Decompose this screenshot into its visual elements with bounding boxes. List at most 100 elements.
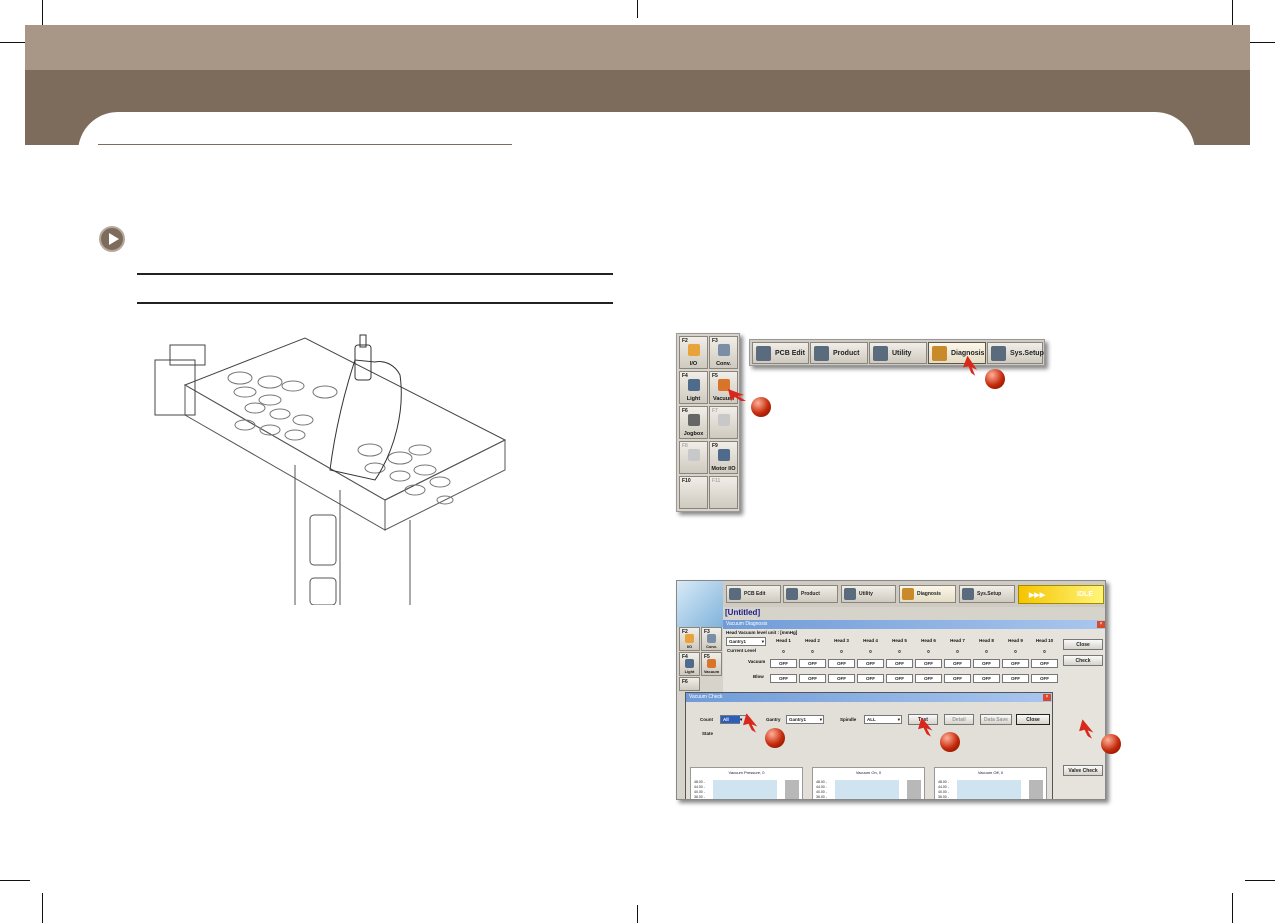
blow-toggle[interactable]: OFF <box>857 674 884 683</box>
disabled-tool-icon <box>688 449 700 461</box>
vacuum-toggle[interactable]: OFF <box>886 659 913 668</box>
vacuum-off-graph: Vacuum Off, 0 48.00 -44.00 -40.00 -36.00 … <box>934 767 1047 799</box>
fkey-f4-label: Light <box>686 396 701 402</box>
data-save-button[interactable]: Data Save <box>980 714 1012 725</box>
current-level-cell: 0 <box>927 649 930 654</box>
step-marker <box>940 732 960 752</box>
section-rule-bottom <box>137 302 613 304</box>
folder-plus-icon <box>873 345 888 361</box>
blow-toggle[interactable]: OFF <box>915 674 942 683</box>
check-close-button[interactable]: Close <box>1016 714 1050 725</box>
menu-pcb-edit[interactable]: PCB Edit <box>726 585 781 603</box>
menu-sys-setup[interactable]: Sys.Setup <box>959 585 1015 603</box>
blow-toggle[interactable]: OFF <box>886 674 913 683</box>
current-level-cell: 0 <box>898 649 901 654</box>
diagnosis-check-button[interactable]: Check <box>1063 655 1103 666</box>
vacuum-diagnosis-body: Head Vacuum level unit : [mmHg] Gantry1 ▾… <box>685 629 1105 799</box>
fkey-f4[interactable]: F4 Light <box>679 371 708 404</box>
vacuum-on-graph: Vacuum On, 0 48.00 -44.00 -40.00 -36.00 - <box>812 767 925 799</box>
diagnosis-close-button[interactable]: Close <box>1063 639 1103 650</box>
pcb-edit-icon <box>729 588 741 600</box>
fkey-f3[interactable]: F3 Conv. <box>709 336 738 369</box>
fkey-f9[interactable]: F9 Motor I/O <box>709 441 738 474</box>
menu-product[interactable]: Product <box>810 342 868 364</box>
mini-fkey-f4-label: Light <box>684 669 695 674</box>
vacuum-toggle[interactable]: OFF <box>799 659 826 668</box>
head-header-cell: Head 9 <box>1008 638 1023 643</box>
vacuum-toggle[interactable]: OFF <box>828 659 855 668</box>
current-level-cell: 0 <box>782 649 785 654</box>
menu-diagnosis[interactable]: Diagnosis <box>928 342 986 364</box>
graph-axis: 48.00 -44.00 -40.00 -36.00 - <box>694 780 705 799</box>
axis-tick: 36.00 - <box>694 795 705 799</box>
content-panel <box>78 112 1195 172</box>
fkey-f11[interactable]: F11 <box>709 476 738 509</box>
folder-plus-icon <box>844 588 856 600</box>
mini-fkey-f4[interactable]: F4 Light <box>679 652 700 676</box>
vacuum-toggle[interactable]: OFF <box>973 659 1000 668</box>
valve-check-button[interactable]: Valve Check <box>1063 765 1103 776</box>
vacuum-toggle[interactable]: OFF <box>857 659 884 668</box>
document-title: [Untitled] <box>725 608 761 617</box>
fkey-f3-label: Conv. <box>716 361 731 367</box>
mini-fkey-f3[interactable]: F3 Conv. <box>701 627 722 651</box>
menu-utility[interactable]: Utility <box>869 342 927 364</box>
light-icon <box>685 659 694 668</box>
current-level-cell: 0 <box>811 649 814 654</box>
mini-fkey-f6[interactable]: F6 <box>679 677 700 691</box>
conveyor-icon <box>707 634 716 643</box>
blow-toggle[interactable]: OFF <box>1031 674 1058 683</box>
fkey-f5-number: F5 <box>712 373 718 379</box>
blow-toggle[interactable]: OFF <box>1002 674 1029 683</box>
vacuum-toggle[interactable]: OFF <box>1031 659 1058 668</box>
blow-toggle[interactable]: OFF <box>944 674 971 683</box>
fkey-f2[interactable]: F2 I/O <box>679 336 708 369</box>
close-icon[interactable]: × <box>1043 694 1051 701</box>
graph-axis: 48.00 -44.00 -40.00 -36.00 - <box>938 780 949 799</box>
vacuum-pressure-graph: Vacuum Pressure, 0 48.00 -44.00 -40.00 -3… <box>690 767 803 799</box>
menu-utility[interactable]: Utility <box>841 585 896 603</box>
close-icon[interactable]: × <box>1097 621 1105 628</box>
blow-toggle[interactable]: OFF <box>799 674 826 683</box>
menu-pcb-edit[interactable]: PCB Edit <box>752 342 809 364</box>
fkey-f8[interactable]: F8 <box>679 441 708 474</box>
fkey-f7-number: F7 <box>712 408 718 414</box>
mini-fkey-f2[interactable]: F2 I/O <box>679 627 700 651</box>
machine-status: ▶▶▶ IDLE <box>1018 585 1104 604</box>
vacuum-toggle[interactable]: OFF <box>944 659 971 668</box>
fkey-f9-label: Motor I/O <box>711 466 736 472</box>
graph-plot-area <box>957 780 1021 799</box>
gantry-select[interactable]: Gantry1 ▾ <box>726 637 766 646</box>
menu-sys-setup[interactable]: Sys.Setup <box>987 342 1044 364</box>
diagnosis-icon <box>932 345 947 361</box>
crop-mark <box>1245 880 1275 881</box>
fkey-f7[interactable]: F7 <box>709 406 738 439</box>
blow-toggle[interactable]: OFF <box>770 674 797 683</box>
vacuum-diagnosis-screen: PCB Edit Product Utility Diagnosis Sys.S… <box>676 580 1106 800</box>
menu-product[interactable]: Product <box>783 585 838 603</box>
blow-toggle[interactable]: OFF <box>828 674 855 683</box>
fkey-f3-number: F3 <box>712 338 718 344</box>
current-level-cell: 0 <box>985 649 988 654</box>
fkey-f2-label: I/O <box>689 361 698 367</box>
vacuum-toggle[interactable]: OFF <box>915 659 942 668</box>
head-header-cell: Head 2 <box>805 638 820 643</box>
fkey-f10[interactable]: F10 <box>679 476 708 509</box>
light-icon <box>688 379 700 391</box>
unit-label: Head Vacuum level unit : [mmHg] <box>726 630 798 635</box>
mini-fkey-f2-label: I/O <box>686 644 693 649</box>
detail-button[interactable]: Detail <box>944 714 974 725</box>
spindle-label: Spindle <box>840 717 857 722</box>
vacuum-toggle[interactable]: OFF <box>1002 659 1029 668</box>
spindle-dropdown[interactable]: ALL ▾ <box>864 715 902 724</box>
gantry-dropdown[interactable]: Gantry1 ▾ <box>786 715 824 724</box>
pointer-arrow-icon <box>728 389 746 401</box>
mini-fkey-f5-label: Vacuum <box>703 669 720 674</box>
vacuum-toggle[interactable]: OFF <box>770 659 797 668</box>
blow-toggle[interactable]: OFF <box>973 674 1000 683</box>
mini-fkey-f6-number: F6 <box>682 679 688 685</box>
fkey-f6[interactable]: F6 Jogbox <box>679 406 708 439</box>
menu-diagnosis[interactable]: Diagnosis <box>899 585 956 603</box>
mini-fkey-f5[interactable]: F5 Vacuum <box>701 652 722 676</box>
app-logo <box>677 581 723 627</box>
